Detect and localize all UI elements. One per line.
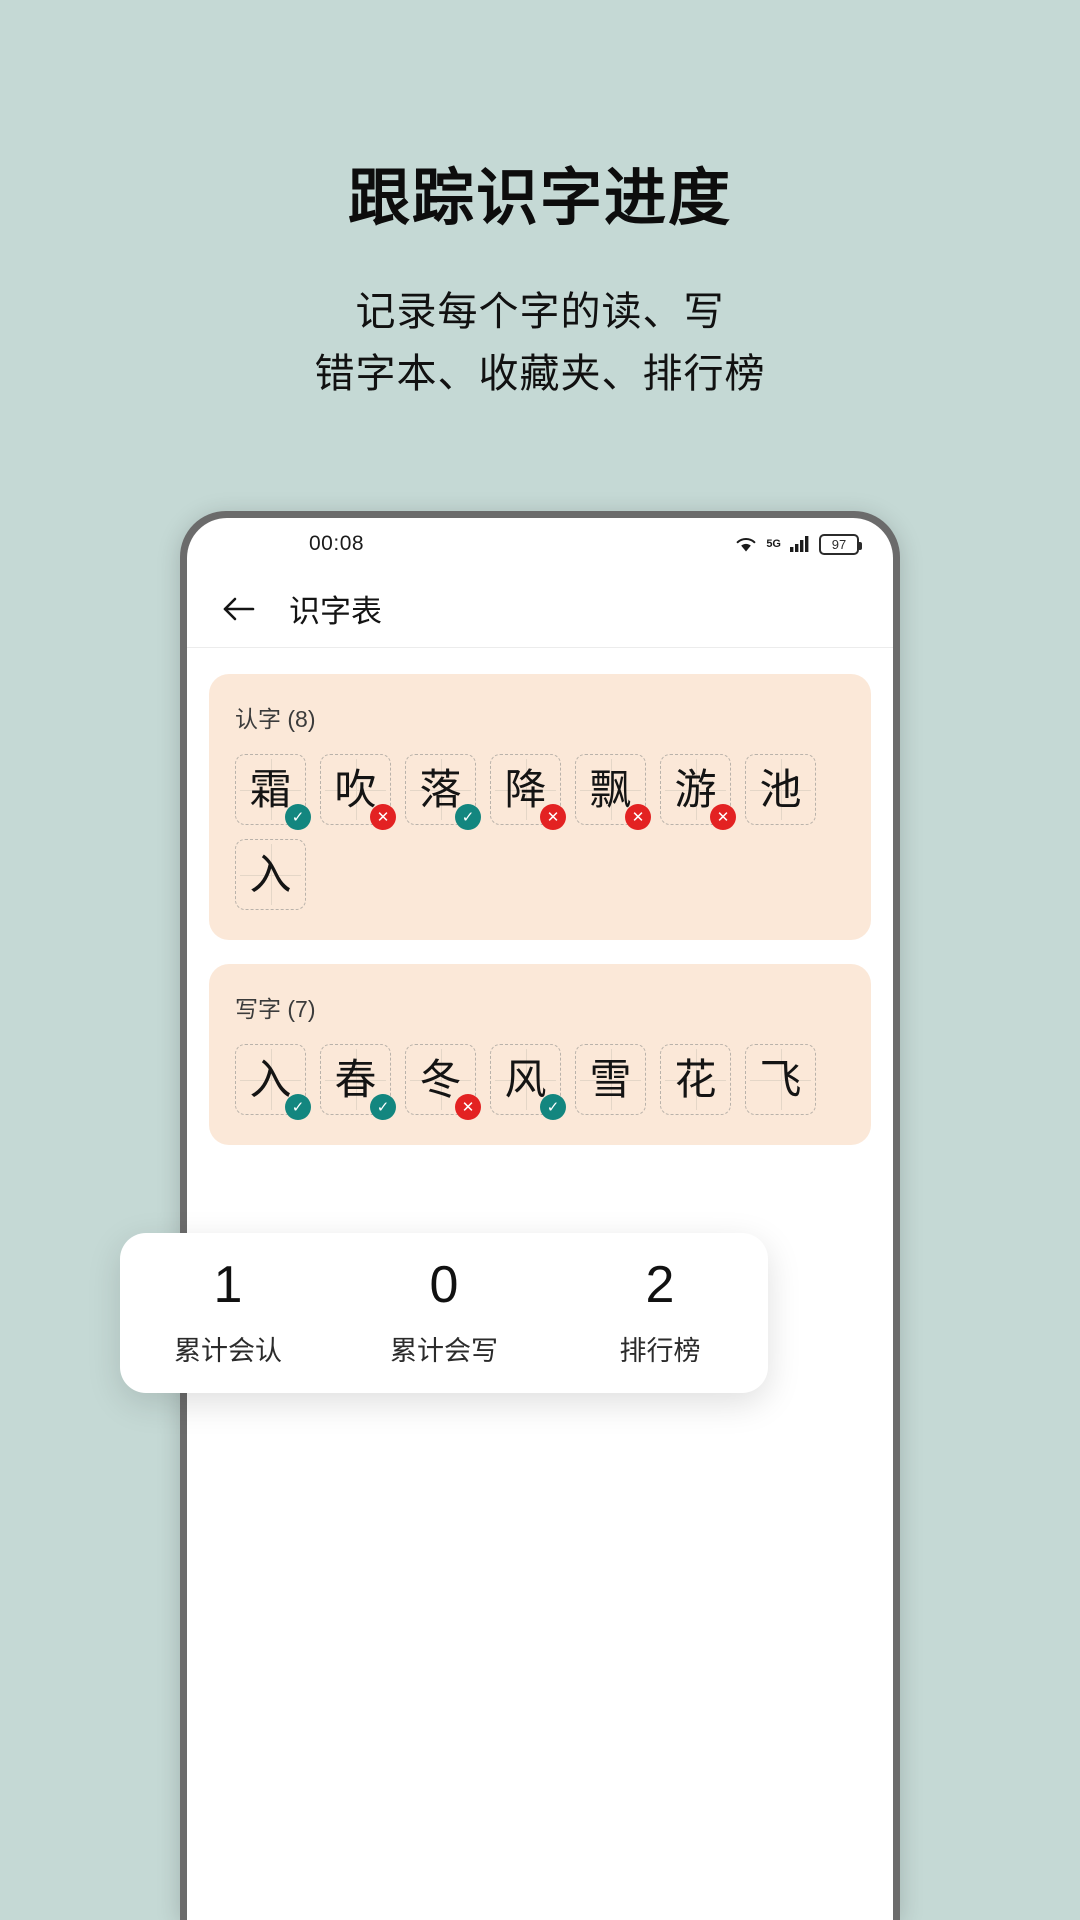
cellular-signal-icon bbox=[790, 536, 810, 552]
character-cell[interactable]: 雪 bbox=[575, 1044, 646, 1115]
character-cell[interactable]: 花 bbox=[660, 1044, 731, 1115]
character-cell[interactable]: 入 ✓ bbox=[235, 1044, 311, 1120]
character-cell[interactable]: 风 ✓ bbox=[490, 1044, 566, 1120]
network-type-label: 5G bbox=[766, 537, 781, 550]
character-cell[interactable]: 春 ✓ bbox=[320, 1044, 396, 1120]
stat-value: 1 bbox=[213, 1256, 243, 1315]
promo-subtitle-line-1: 记录每个字的读、写 bbox=[355, 290, 725, 335]
character-glyph: 风 bbox=[504, 1054, 547, 1104]
character-glyph: 吹 bbox=[334, 764, 377, 814]
status-badge-wrong-icon: ✕ bbox=[455, 1094, 481, 1120]
character-glyph: 飘 bbox=[589, 764, 632, 814]
character-list: 认字 (8) 霜 ✓ 吹 ✕ 落 ✓ 降 ✕ 飘 ✕ 游 ✕ 池入 写字 (7) 入 ✓ 春 ✓ 冬 ✕ 风 ✓ 雪花飞 bbox=[187, 648, 893, 1145]
status-badge-correct-icon: ✓ bbox=[370, 1094, 396, 1120]
status-badge-wrong-icon: ✕ bbox=[625, 804, 651, 830]
stat-value: 2 bbox=[645, 1256, 675, 1315]
character-glyph: 霜 bbox=[249, 764, 292, 814]
stat-item-written[interactable]: 0 累计会写 bbox=[336, 1258, 552, 1368]
stat-item-recognized[interactable]: 1 累计会认 bbox=[120, 1258, 336, 1368]
status-badge-correct-icon: ✓ bbox=[285, 1094, 311, 1120]
character-cell[interactable]: 降 ✕ bbox=[490, 754, 566, 830]
section-card-write: 写字 (7) 入 ✓ 春 ✓ 冬 ✕ 风 ✓ 雪花飞 bbox=[209, 964, 871, 1145]
character-glyph: 游 bbox=[674, 764, 717, 814]
character-glyph: 池 bbox=[759, 764, 802, 814]
character-glyph: 飞 bbox=[759, 1054, 802, 1104]
status-badge-correct-icon: ✓ bbox=[285, 804, 311, 830]
app-bar-title: 识字表 bbox=[289, 594, 382, 629]
character-cell[interactable]: 入 bbox=[235, 839, 306, 910]
section-card-recognize: 认字 (8) 霜 ✓ 吹 ✕ 落 ✓ 降 ✕ 飘 ✕ 游 ✕ 池入 bbox=[209, 674, 871, 940]
promo-subtitle-line-2: 错字本、收藏夹、排行榜 bbox=[314, 352, 766, 397]
character-grid-recognize: 霜 ✓ 吹 ✕ 落 ✓ 降 ✕ 飘 ✕ 游 ✕ 池入 bbox=[235, 754, 845, 910]
character-cell[interactable]: 飘 ✕ bbox=[575, 754, 651, 830]
stat-item-leaderboard[interactable]: 2 排行榜 bbox=[552, 1258, 768, 1368]
character-cell[interactable]: 冬 ✕ bbox=[405, 1044, 481, 1120]
back-arrow-icon[interactable] bbox=[217, 587, 261, 631]
character-cell[interactable]: 落 ✓ bbox=[405, 754, 481, 830]
phone-mockup: 00:08 5G 97 识字表 认字 (8) 霜 ✓ 吹 ✕ 落 ✓ 降 ✕ 飘… bbox=[180, 511, 900, 1920]
character-grid-write: 入 ✓ 春 ✓ 冬 ✕ 风 ✓ 雪花飞 bbox=[235, 1044, 845, 1120]
character-glyph: 雪 bbox=[589, 1054, 632, 1104]
character-glyph: 花 bbox=[674, 1054, 717, 1104]
stats-bar: 1 累计会认 0 累计会写 2 排行榜 bbox=[120, 1233, 768, 1393]
status-badge-wrong-icon: ✕ bbox=[540, 804, 566, 830]
status-badge-correct-icon: ✓ bbox=[540, 1094, 566, 1120]
character-glyph: 春 bbox=[334, 1054, 377, 1104]
character-cell[interactable]: 霜 ✓ bbox=[235, 754, 311, 830]
wifi-icon bbox=[735, 536, 757, 553]
stat-value: 0 bbox=[429, 1256, 459, 1315]
status-badge-wrong-icon: ✕ bbox=[710, 804, 736, 830]
section-title: 认字 (8) bbox=[235, 706, 316, 732]
character-cell[interactable]: 飞 bbox=[745, 1044, 816, 1115]
status-badge-wrong-icon: ✕ bbox=[370, 804, 396, 830]
character-cell[interactable]: 池 bbox=[745, 754, 816, 825]
promo-header: 跟踪识字进度 记录每个字的读、写 错字本、收藏夹、排行榜 bbox=[0, 0, 1080, 405]
character-cell[interactable]: 游 ✕ bbox=[660, 754, 736, 830]
status-badge-correct-icon: ✓ bbox=[455, 804, 481, 830]
app-bar: 识字表 bbox=[187, 570, 893, 648]
character-glyph: 冬 bbox=[419, 1054, 462, 1104]
character-glyph: 入 bbox=[249, 849, 292, 899]
stat-label: 累计会认 bbox=[174, 1335, 282, 1366]
character-cell[interactable]: 吹 ✕ bbox=[320, 754, 396, 830]
promo-subtitle: 记录每个字的读、写 错字本、收藏夹、排行榜 bbox=[0, 281, 1080, 405]
character-glyph: 降 bbox=[504, 764, 547, 814]
section-title: 写字 (7) bbox=[235, 996, 316, 1022]
status-bar-clock: 00:08 bbox=[309, 532, 365, 555]
character-glyph: 入 bbox=[249, 1054, 292, 1104]
status-bar-indicators: 5G 97 bbox=[735, 533, 862, 555]
phone-screen: 00:08 5G 97 识字表 认字 (8) 霜 ✓ 吹 ✕ 落 ✓ 降 ✕ 飘… bbox=[187, 518, 893, 1920]
page-title: 跟踪识字进度 bbox=[347, 164, 732, 233]
status-bar: 00:08 5G 97 bbox=[187, 518, 893, 570]
stat-label: 排行榜 bbox=[619, 1335, 701, 1366]
stat-label: 累计会写 bbox=[390, 1335, 498, 1366]
battery-indicator: 97 bbox=[819, 533, 862, 555]
character-glyph: 落 bbox=[419, 764, 462, 814]
